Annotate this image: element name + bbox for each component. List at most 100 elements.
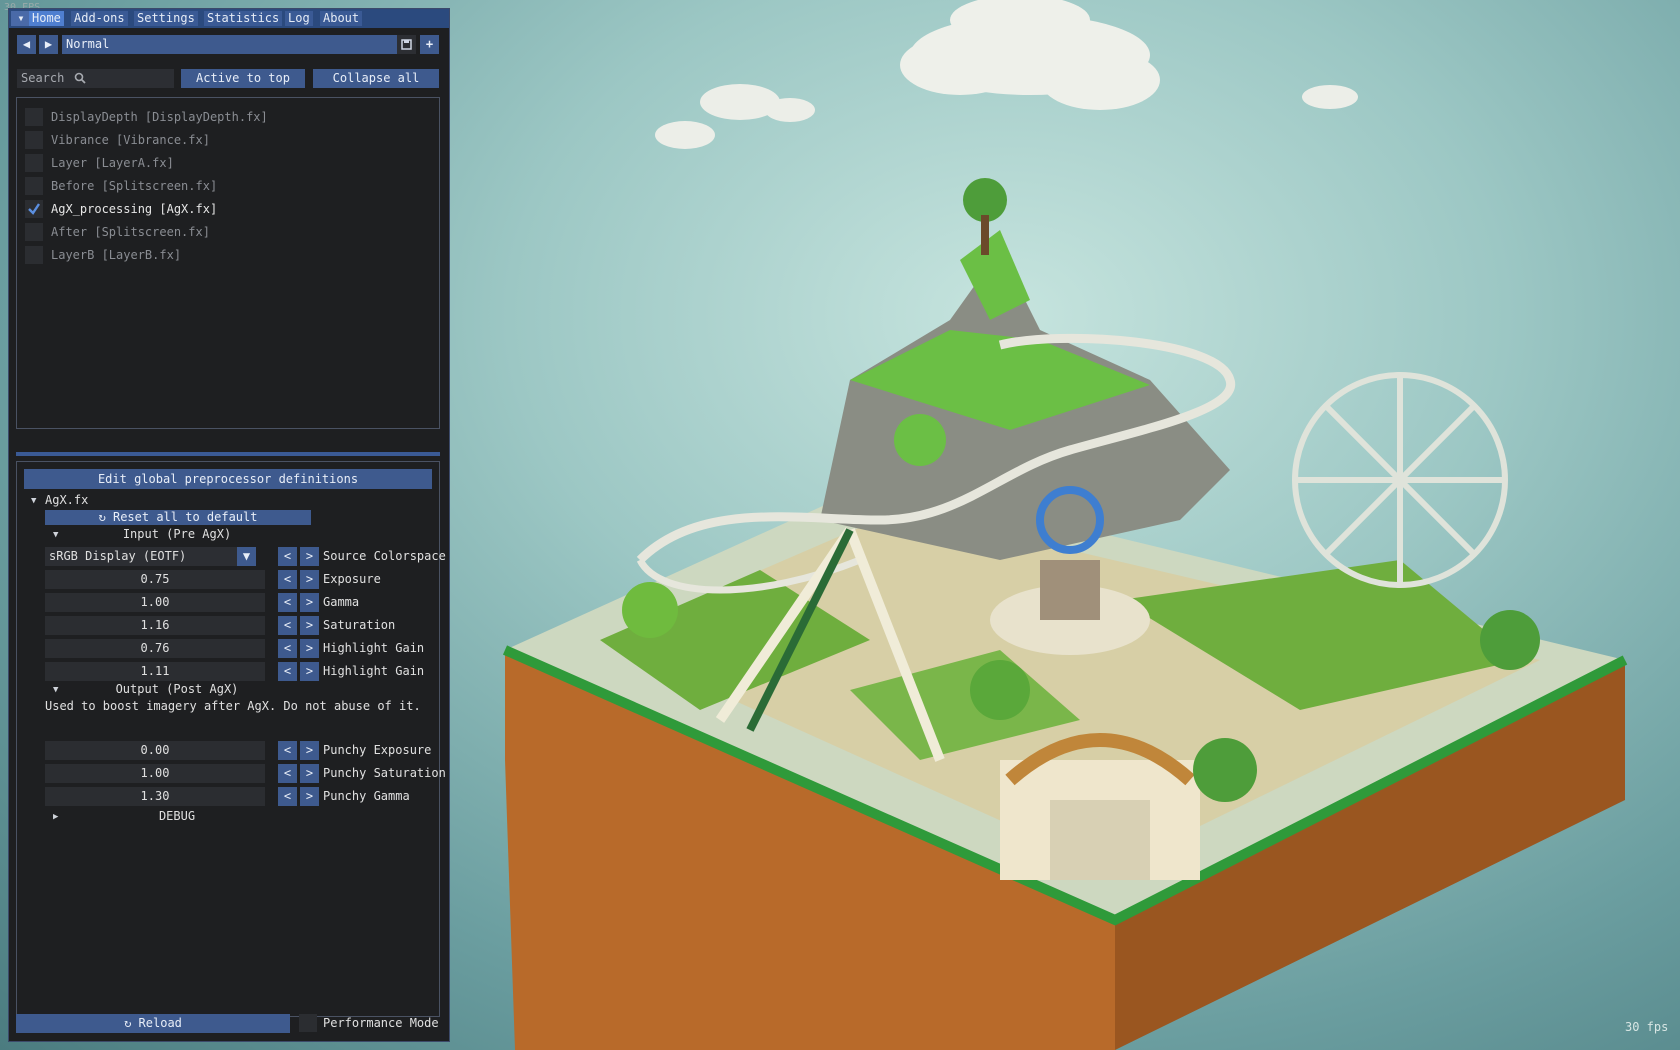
effect-label: Layer [LayerA.fx] — [51, 156, 174, 170]
preset-selector[interactable]: Normal — [62, 35, 403, 54]
ferris-wheel — [1292, 372, 1508, 588]
reset-all-label: Reset all to default — [112, 510, 258, 524]
increment-button[interactable]: > — [300, 547, 319, 566]
decrement-button[interactable]: < — [278, 662, 297, 681]
parameters-panel: Edit global preprocessor definitions ▼ A… — [16, 461, 446, 1017]
tab-about[interactable]: About — [320, 11, 363, 26]
param-label: Punchy Exposure — [323, 743, 432, 757]
tab-addons[interactable]: Add-ons — [71, 11, 128, 26]
reload-button[interactable]: ↻ Reload — [16, 1014, 290, 1033]
effect-checkbox-checked[interactable] — [25, 200, 43, 218]
param-value-slider[interactable]: 0.75 — [45, 570, 265, 589]
param-value-slider[interactable]: 1.30 — [45, 787, 265, 806]
tab-home[interactable]: Home — [29, 11, 64, 26]
tab-log[interactable]: Log — [285, 11, 313, 26]
fps-counter: 30 fps — [1625, 1020, 1669, 1034]
param-row: 1.30 < > Punchy Gamma — [9, 787, 439, 806]
increment-button[interactable]: > — [300, 662, 319, 681]
param-row: 1.00 < > Punchy Saturation — [9, 764, 446, 783]
decrement-button[interactable]: < — [278, 764, 297, 783]
checkmark-icon — [28, 203, 40, 215]
effect-checkbox[interactable] — [25, 223, 43, 241]
tab-settings[interactable]: Settings — [134, 11, 198, 26]
decrement-button[interactable]: < — [278, 639, 297, 658]
param-value-slider[interactable]: 0.76 — [45, 639, 265, 658]
param-row: 1.16 < > Saturation — [9, 616, 439, 635]
reshade-overlay-window: ▾ Home Add-ons Settings Statistics Log A… — [8, 8, 450, 1042]
reload-icon: ↻ — [124, 1016, 139, 1030]
effect-checkbox[interactable] — [25, 177, 43, 195]
active-to-top-button[interactable]: Active to top — [181, 69, 305, 88]
param-row: 1.00 < > Gamma — [9, 593, 439, 612]
decrement-button[interactable]: < — [278, 547, 297, 566]
performance-mode-checkbox[interactable] — [299, 1014, 317, 1032]
param-label: Highlight Gain Tr — [323, 664, 431, 678]
increment-button[interactable]: > — [300, 741, 319, 760]
increment-button[interactable]: > — [300, 764, 319, 783]
input-section-header[interactable]: Input (Pre AgX) — [67, 527, 287, 541]
search-icon — [74, 72, 86, 84]
collapse-menu-icon[interactable]: ▾ — [11, 11, 31, 26]
reload-label: Reload — [138, 1016, 182, 1030]
param-label: Gamma — [323, 595, 360, 609]
param-label: Exposure — [323, 572, 381, 586]
param-label: Highlight Gain — [323, 641, 425, 655]
effect-label: LayerB [LayerB.fx] — [51, 248, 182, 262]
effect-label: Before [Splitscreen.fx] — [51, 179, 218, 193]
param-row: 1.11 < > Highlight Gain Tr — [9, 662, 439, 681]
decrement-button[interactable]: < — [278, 787, 297, 806]
effect-checkbox[interactable] — [25, 246, 43, 264]
param-value-slider[interactable]: 1.16 — [45, 616, 265, 635]
collapse-all-button[interactable]: Collapse all — [313, 69, 439, 88]
effect-list: DisplayDepth [DisplayDepth.fx] Vibrance … — [16, 97, 440, 429]
param-row: 0.76 < > Highlight Gain — [9, 639, 439, 658]
decrement-button[interactable]: < — [278, 741, 297, 760]
save-preset-icon[interactable] — [397, 35, 416, 54]
source-colorspace-select[interactable]: sRGB Display (EOTF) — [45, 547, 237, 566]
search-input[interactable]: Search — [17, 69, 174, 88]
increment-button[interactable]: > — [300, 616, 319, 635]
param-row: 0.00 < > Punchy Exposure — [9, 741, 439, 760]
param-value-slider[interactable]: 1.11 — [45, 662, 265, 681]
decrement-button[interactable]: < — [278, 593, 297, 612]
param-label: Punchy Gamma — [323, 789, 410, 803]
increment-button[interactable]: > — [300, 639, 319, 658]
next-preset-button[interactable]: ▶ — [39, 35, 58, 54]
effect-checkbox[interactable] — [25, 154, 43, 172]
reset-all-button[interactable]: ↻ Reset all to default — [45, 510, 311, 525]
shader-name[interactable]: AgX.fx — [45, 493, 88, 507]
cloud-large — [900, 0, 1160, 110]
effect-checkbox[interactable] — [25, 108, 43, 126]
output-section-header[interactable]: Output (Post AgX) — [67, 682, 287, 696]
debug-section-header[interactable]: DEBUG — [67, 809, 287, 823]
decrement-button[interactable]: < — [278, 570, 297, 589]
effect-checkbox[interactable] — [25, 131, 43, 149]
effect-label: After [Splitscreen.fx] — [51, 225, 210, 239]
dropdown-arrow-icon[interactable]: ▼ — [237, 547, 256, 566]
tab-statistics[interactable]: Statistics — [204, 11, 283, 26]
param-value-slider[interactable]: 0.00 — [45, 741, 265, 760]
expanded-arrow-icon[interactable]: ▼ — [31, 496, 36, 506]
param-label: Punchy Saturation — [323, 766, 446, 780]
tab-bar: ▾ Home Add-ons Settings Statistics Log A… — [9, 9, 449, 28]
increment-button[interactable]: > — [300, 593, 319, 612]
add-preset-icon[interactable]: + — [420, 35, 439, 54]
param-value-slider[interactable]: 1.00 — [45, 593, 265, 612]
expanded-arrow-icon[interactable]: ▼ — [53, 685, 58, 695]
reset-icon: ↻ — [98, 510, 113, 524]
previous-preset-button[interactable]: ◀ — [17, 35, 36, 54]
param-label: Source Colorspace — [323, 549, 446, 563]
effect-label: DisplayDepth [DisplayDepth.fx] — [51, 110, 268, 124]
collapsed-arrow-icon[interactable]: ▶ — [53, 812, 58, 822]
decrement-button[interactable]: < — [278, 616, 297, 635]
performance-mode-label: Performance Mode — [323, 1016, 439, 1030]
expanded-arrow-icon[interactable]: ▼ — [53, 530, 58, 540]
param-label: Saturation — [323, 618, 396, 632]
increment-button[interactable]: > — [300, 570, 319, 589]
increment-button[interactable]: > — [300, 787, 319, 806]
param-row: 0.75 < > Exposure — [9, 570, 439, 589]
edit-preprocessor-definitions-button[interactable]: Edit global preprocessor definitions — [24, 469, 432, 489]
panel-splitter[interactable] — [16, 452, 440, 456]
param-value-slider[interactable]: 1.00 — [45, 764, 265, 783]
entrance-gate — [1000, 733, 1200, 880]
